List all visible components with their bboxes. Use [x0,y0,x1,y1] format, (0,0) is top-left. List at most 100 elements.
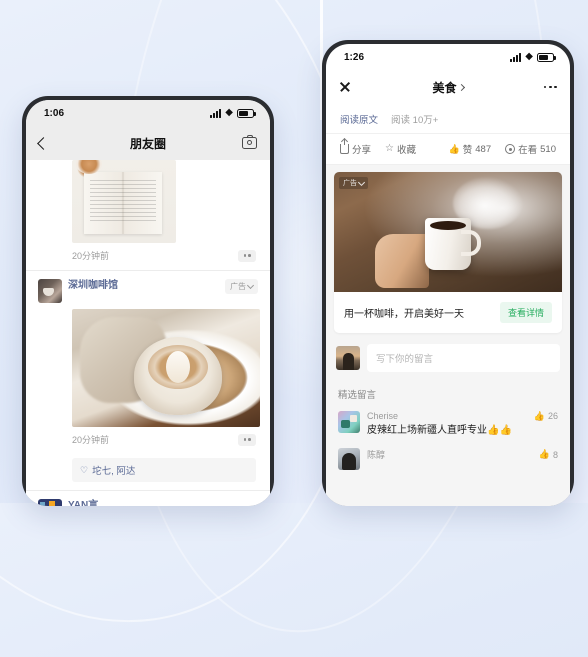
chevron-down-icon [246,281,255,290]
ad-card-text: 用一杯咖啡，开启美好一天 [344,309,464,320]
share-label: 分享 [352,145,372,156]
coffee-cup-detail [76,160,102,174]
comment-item[interactable]: Cherise 👍 26 皮辣红上场新疆人直呼专业👍👍 [326,403,570,440]
ad-tag[interactable]: 广告 [339,177,368,189]
coffee-shop-avatar[interactable] [38,279,62,303]
battery-icon [537,52,556,62]
latte-art-photo[interactable] [72,309,260,427]
comment-like-button[interactable]: 👍 26 [534,411,558,421]
post-likes-row[interactable]: ♡ 坨七, 阿达 [72,458,256,482]
signal-bars-icon [510,52,522,62]
post-timestamp: 20分钟前 [72,251,110,261]
battery-icon [237,108,256,118]
article-header: 美食 [326,70,570,104]
comment-like-count: 26 [547,411,558,421]
ad-tag-label: 广告 [343,180,357,187]
ad-badge[interactable]: 广告 [225,279,258,294]
thumbs-up-icon: 👍 [538,449,550,459]
comment-like-count: 8 [552,449,558,460]
more-dots-icon[interactable] [238,433,256,446]
comment-like-button[interactable]: 👍 8 [539,450,558,460]
ad-badge-label: 广告 [230,282,246,291]
moments-post-coffee-shop[interactable]: 深圳咖啡馆 广告 20分钟前 ♡ 坨七, 阿达 [26,271,270,482]
moments-feed[interactable]: 20分钟前 深圳咖啡馆 广告 20分钟前 ♡ 坨七, 阿达 YAN言 [26,160,270,506]
post-author-name[interactable]: 深圳咖啡馆 [68,279,219,292]
left-status-time: 1:06 [44,107,65,119]
view-detail-button[interactable]: 查看详情 [499,302,552,323]
wifi-icon: ◆ [225,107,233,118]
post-likes-names[interactable]: 坨七, 阿达 [92,463,135,477]
moments-post-yan[interactable]: YAN言 天空好美 [26,491,270,506]
share-action[interactable]: 分享 [340,139,372,156]
wow-count: 510 [540,143,556,155]
read-count-label: 阅读 10万+ [391,115,439,126]
comment-body: Cherise 👍 26 皮辣红上场新疆人直呼专业👍👍 [367,411,558,438]
like-label: 赞 [462,145,473,156]
thumbs-up-icon: 👍 [448,143,460,154]
close-icon[interactable] [339,81,351,93]
right-status-icons: ◆ [510,51,556,62]
phone-right-article: 1:26 ◆ 美食 阅读原文 阅读 10万+ 分享 ☆ 收藏 👍 赞 487 在… [322,40,574,506]
hand-detail [375,234,430,289]
eye-icon [505,144,516,154]
wifi-icon: ◆ [525,51,533,62]
comment-top-row: Cherise 👍 26 [367,411,558,421]
like-action[interactable]: 👍 赞 487 [448,142,492,157]
read-original-link[interactable]: 阅读原文 [340,112,378,126]
comment-text: 皮辣红上场新疆人直呼专业👍👍 [367,425,512,436]
chen-chun-avatar[interactable] [338,448,360,470]
page-title: 朋友圈 [129,136,166,151]
right-status-bar: 1:26 ◆ [326,44,570,70]
thumbs-up-icon: 👍 [533,410,545,421]
latte-art-detail [148,345,208,389]
hand-holding-steaming-coffee-mug-photo[interactable]: 广告 [334,172,562,292]
favorite-action[interactable]: ☆ 收藏 [385,142,416,157]
cherise-avatar[interactable] [338,411,360,433]
comment-list: Cherise 👍 26 皮辣红上场新疆人直呼专业👍👍 陈醇 👍 8 [326,403,570,472]
comment-item[interactable]: 陈醇 👍 8 [326,440,570,472]
heart-icon: ♡ [80,464,89,475]
like-count: 487 [475,143,492,155]
article-action-row: 分享 ☆ 收藏 👍 赞 487 在看 510 [326,134,570,165]
comment-top-row: 陈醇 👍 8 [367,448,558,461]
more-kebab-icon[interactable] [543,85,557,89]
comment-input[interactable]: 写下你的留言 [367,344,560,372]
comment-input-row[interactable]: 写下你的留言 [326,333,570,381]
article-title[interactable]: 美食 [326,79,570,96]
post-header-yan: YAN言 天空好美 [26,491,270,506]
star-icon: ☆ [385,143,394,154]
article-body[interactable]: 广告 用一杯咖啡，开启美好一天 查看详情 写下你的留言 精选留言 Cherise… [326,165,570,506]
featured-comments-label: 精选留言 [338,390,377,401]
ad-card-footer: 用一杯咖啡，开启美好一天 查看详情 [334,292,562,333]
article-title-label: 美食 [432,80,457,95]
left-screen: 1:06 ◆ 朋友圈 20分钟前 深圳咖啡馆 广告 20分钟前 ♡ 坨七, 阿达… [26,100,270,506]
right-status-time: 1:26 [344,51,365,63]
chevron-down-icon [357,178,366,186]
signal-bars-icon [210,108,222,118]
comment-author-name[interactable]: 陈醇 [367,448,385,461]
article-read-row: 阅读原文 阅读 10万+ [326,104,570,134]
right-screen: 1:26 ◆ 美食 阅读原文 阅读 10万+ 分享 ☆ 收藏 👍 赞 487 在… [326,44,570,506]
post-meta-coffee-shop: 20分钟前 [26,427,270,454]
comment-author-name[interactable]: Cherise [367,411,398,421]
wow-action[interactable]: 在看 510 [505,142,556,156]
left-status-icons: ◆ [210,107,256,118]
mug-detail [425,217,482,270]
favorite-label: 收藏 [396,145,416,156]
camera-icon[interactable] [242,134,257,149]
left-status-bar: 1:06 ◆ [26,100,270,126]
back-chevron-icon[interactable] [37,136,50,150]
phone-left-moments: 1:06 ◆ 朋友圈 20分钟前 深圳咖啡馆 广告 20分钟前 ♡ 坨七, 阿达… [22,96,274,506]
ad-card[interactable]: 广告 用一杯咖啡，开启美好一天 查看详情 [334,172,562,333]
moments-post-book[interactable]: 20分钟前 [26,160,270,270]
post-meta-book: 20分钟前 [26,243,270,270]
more-dots-icon[interactable] [238,249,256,262]
sunset-silhouette-avatar[interactable] [336,346,360,370]
moments-header: 朋友圈 [26,126,270,160]
open-book-photo[interactable] [72,160,176,243]
post-header-coffee-shop: 深圳咖啡馆 广告 [26,271,270,307]
chevron-right-icon [457,83,465,92]
wow-label: 在看 [518,145,538,156]
comment-body: 陈醇 👍 8 [367,448,558,470]
post-timestamp: 20分钟前 [72,435,110,445]
